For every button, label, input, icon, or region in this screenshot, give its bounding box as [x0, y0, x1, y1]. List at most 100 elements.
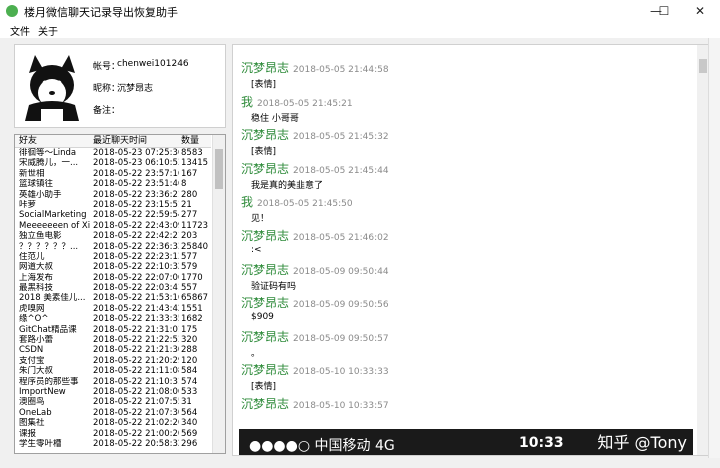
message-timestamp: 2018-05-05 21:44:58	[293, 65, 389, 75]
nickname-label: 昵称：	[93, 84, 121, 94]
left-pane: 帐号： chenwei101246 昵称： 沉梦昂志 备注： 好友 最近聊天时间…	[14, 44, 226, 454]
contact-last-time: 2018-05-22 21:21:30	[93, 345, 179, 356]
contact-row[interactable]: 朱门大叔 2018-05-22 21:11:08 584	[15, 366, 211, 376]
contact-row[interactable]: 英雄小助手 2018-05-22 23:36:21 280	[15, 190, 211, 200]
contact-row[interactable]: 课报 2018-05-22 21:00:20 569	[15, 429, 211, 439]
contact-message-count: 8583	[181, 148, 203, 158]
header-count[interactable]: 数量	[181, 135, 199, 147]
contact-row[interactable]: 徘徊等～Linda 2018-05-23 07:25:36 8583	[15, 148, 211, 158]
message-sender: 沉梦昂志	[241, 229, 290, 243]
message-timestamp: 2018-05-10 10:33:57	[293, 401, 389, 411]
contact-name: 徘徊等～Linda	[19, 148, 77, 158]
contact-message-count: 320	[181, 335, 198, 346]
menu-about[interactable]: 关于	[38, 23, 58, 38]
contact-name: ImportNew	[19, 386, 66, 397]
message-header: 沉梦昂志 2018-05-05 21:44:58	[241, 59, 681, 76]
contact-message-count: 564	[181, 407, 198, 418]
contact-name: GitChat精品课	[19, 324, 77, 335]
contact-last-time: 2018-05-22 21:33:35	[93, 314, 179, 325]
contact-message-count: 175	[181, 324, 198, 335]
contact-name: 咔萝	[19, 199, 37, 210]
contact-message-count: 577	[181, 251, 198, 262]
contact-last-time: 2018-05-22 23:57:16	[93, 168, 179, 179]
header-last-chat-time[interactable]: 最近聊天时间	[93, 135, 147, 147]
message-timestamp: 2018-05-05 21:46:02	[293, 233, 389, 243]
message-header: 沉梦昂志 2018-05-05 21:46:02	[241, 227, 681, 244]
message-text: 见！	[251, 214, 270, 225]
contact-message-count: 557	[181, 283, 198, 294]
contact-row[interactable]: 上海发布 2018-05-22 22:07:06 1770	[15, 273, 211, 283]
message-header: 沉梦昂志 2018-05-05 21:45:44	[241, 160, 681, 177]
message-timestamp: 2018-05-09 09:50:57	[293, 333, 389, 344]
contact-message-count: 1682	[181, 314, 203, 325]
contact-row[interactable]: OneLab 2018-05-22 21:07:30 564	[15, 408, 211, 418]
contact-last-time: 2018-05-22 21:07:55	[93, 397, 179, 408]
contact-row[interactable]: 虎嗅网 2018-05-22 21:43:42 1551	[15, 304, 211, 314]
scrollbar-thumb[interactable]	[215, 149, 223, 189]
contact-row[interactable]: ImportNew 2018-05-22 21:08:06 533	[15, 387, 211, 397]
watermark: 知乎 @Tony	[597, 433, 687, 452]
message-sender: 沉梦昂志	[241, 363, 290, 378]
message-header: 我 2018-05-05 21:45:21	[241, 93, 681, 110]
app-icon	[6, 5, 18, 17]
header-name[interactable]: 好友	[19, 135, 37, 147]
contact-row[interactable]: CSDN 2018-05-22 21:21:30 288	[15, 345, 211, 355]
contact-last-time: 2018-05-22 22:43:09	[93, 220, 179, 231]
contact-row[interactable]: 网道大叔 2018-05-22 22:10:32 579	[15, 262, 211, 272]
contact-name: 程序员的那些事	[19, 376, 79, 387]
title-bar: 楼月微信聊天记录导出恢复助手 — ☐ ✕	[0, 0, 720, 23]
contact-last-time: 2018-05-23 06:10:53	[93, 158, 179, 169]
message-text: 。	[251, 348, 261, 359]
contact-row[interactable]: 图集社 2018-05-22 21:02:26 340	[15, 418, 211, 428]
contact-message-count: 280	[181, 189, 198, 200]
chat-scrollbar-thumb[interactable]	[699, 59, 707, 73]
maximize-button[interactable]: ☐	[648, 0, 680, 22]
menu-file[interactable]: 文件	[10, 23, 30, 38]
contact-list[interactable]: 好友 最近聊天时间 数量 徘徊等～Linda 2018-05-23 07:25:3…	[14, 134, 226, 454]
contact-row[interactable]: 缘^O^ 2018-05-22 21:33:35 1682	[15, 314, 211, 324]
contact-name: 朱门大叔	[19, 366, 54, 377]
contact-row[interactable]: 2018 美素佳儿... 2018-05-22 21:53:16 65867	[15, 293, 211, 303]
contact-last-time: 2018-05-22 23:15:51	[93, 199, 179, 210]
contact-message-count: 296	[181, 438, 198, 449]
contact-row[interactable]: 学生零叶槽 2018-05-22 20:58:32 296	[15, 439, 211, 449]
message-timestamp: 2018-05-09 09:50:44	[293, 266, 389, 277]
contact-row[interactable]: 独立鱼电影 2018-05-22 22:42:21 203	[15, 231, 211, 241]
contact-row[interactable]: ？？？？？？... 2018-05-22 22:36:33 25840	[15, 242, 211, 252]
contact-row[interactable]: 最黑科技 2018-05-22 22:03:41 557	[15, 283, 211, 293]
contact-row[interactable]: 程序员的那些事 2018-05-22 21:10:31 574	[15, 377, 211, 387]
contact-message-count: 25840	[181, 241, 209, 252]
contact-row[interactable]: GitChat精品课 2018-05-22 21:31:01 175	[15, 325, 211, 335]
contact-row[interactable]: 篮球镇往 2018-05-22 23:51:46 8	[15, 179, 211, 189]
contact-last-time: 2018-05-22 22:07:06	[93, 272, 179, 283]
close-button[interactable]: ✕	[684, 0, 716, 22]
phone-clock: 10:33	[519, 435, 564, 451]
contact-name: OneLab	[19, 407, 52, 418]
contact-last-time: 2018-05-22 23:51:46	[93, 179, 179, 190]
avatar-image	[21, 51, 83, 121]
contact-row[interactable]: SocialMarketing 2018-05-22 22:59:54 277	[15, 210, 211, 220]
contact-name: 图集社	[19, 418, 45, 429]
contact-row[interactable]: 咔萝 2018-05-22 23:15:51 21	[15, 200, 211, 210]
contact-name: CSDN	[19, 345, 44, 356]
contact-row[interactable]: 新世相 2018-05-22 23:57:16 167	[15, 169, 211, 179]
message-timestamp: 2018-05-10 10:33:33	[293, 367, 389, 378]
contact-last-time: 2018-05-22 21:22:53	[93, 335, 179, 346]
contact-last-time: 2018-05-22 22:10:32	[93, 262, 179, 273]
contact-last-time: 2018-05-23 07:25:36	[93, 148, 179, 158]
contact-row[interactable]: 支付宝 2018-05-22 21:20:29 120	[15, 356, 211, 366]
contact-row[interactable]: 住范儿 2018-05-22 22:23:13 577	[15, 252, 211, 262]
message-text: $909	[251, 312, 274, 323]
contact-row[interactable]: 套路小蕾 2018-05-22 21:22:53 320	[15, 335, 211, 345]
message-timestamp: 2018-05-05 21:45:44	[293, 165, 389, 176]
contact-last-time: 2018-05-22 22:42:21	[93, 231, 179, 242]
contact-last-time: 2018-05-22 23:36:21	[93, 189, 179, 200]
contact-name: 学生零叶槽	[19, 438, 62, 449]
message-timestamp: 2018-05-05 21:45:50	[257, 199, 353, 210]
contact-list-scrollbar[interactable]	[212, 135, 225, 453]
account-value: chenwei101246	[117, 59, 189, 69]
contact-row[interactable]: 澳圈鸟 2018-05-22 21:07:55 31	[15, 397, 211, 407]
contact-row[interactable]: Meeeeeeen of Xi... 2018-05-22 22:43:09 117…	[15, 221, 211, 231]
message-sender: 沉梦昂志	[241, 397, 290, 411]
contact-row[interactable]: 宋威腾儿，一... 2018-05-23 06:10:53 13415	[15, 158, 211, 168]
